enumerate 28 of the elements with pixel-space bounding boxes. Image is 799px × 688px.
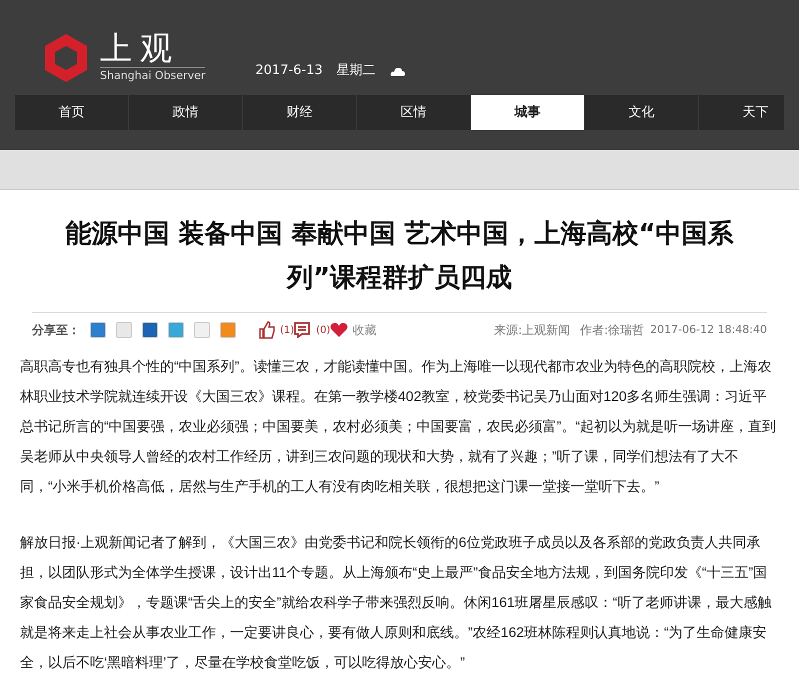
weekday-text: 星期二 [336,62,376,80]
article-title: 能源中国 装备中国 奉献中国 艺术中国，上海高校“中国系列”课程群扩员四成 [64,218,735,295]
nav-tab[interactable]: 首页 [15,95,129,130]
article-paragraph: 高职高专也有独具个性的“中国系列”。读懂三农，才能读懂中国。作为上海唯一以现代都市农业为特色的高职院校，上海农林职业技术学院就连续开设《大国三农》课程。在第一教学楼402教室，校党委书记吴乃山面对120多名师生强调：习近平总书记所言的“中国要强，农业必须强；中国要美，农村必须美；中国要富，农民必须富”。“起初以为就是听一场讲座，直到吴老师从中央领导人曾经的农村工作经历，讲到三农问题的现状和大势，就有了兴趣；”听了课，同学们想法有了大不同，“小米手机价格高低，居然与生产手机的工人有没有肉吃相关联，很想把这门课一堂接一堂听下去。” [20,357,777,496]
comment-count: (0) [316,324,330,338]
source-text: 来源:上观新闻 [494,322,570,339]
share-icon[interactable] [142,322,158,338]
date-text: 2017-6-13 [255,62,323,80]
share-icon[interactable] [168,322,184,338]
weather-icon [390,66,406,76]
like-count: (1) [280,324,294,338]
publish-time: 2017-06-12 18:48:40 [650,322,767,338]
nav-tab[interactable]: 财经 [243,95,357,130]
thumbs-up-icon[interactable] [258,321,276,339]
article-paragraph: 解放日报·上观新闻记者了解到，《大国三农》由党委书记和院长领衔的6位党政班子成员以及各系部的党政负责人共同承担，以团队形式为全体学生授课，设计出11个专题。从上海颁布“史上最严”食品安全地方法规，到国务院印发《“十三五”国家食品安全规划》，专题课“舌尖上的安全”就给农科学子带来强烈反响。休闲161班屠星辰感叹：“听了老师讲课，最大感触就是将来走上社会从事农业工作，一定要讲良心，要有做人原则和底线。”农经162班林陈程则认真地说：“为了生命健康安全，以后不吃‘黑暗料理’了，尽量在学校食堂吃饭，可以吃得放心安心。” [20,533,772,672]
share-icon[interactable] [90,322,106,338]
heart-icon[interactable] [330,322,348,338]
nav-tab[interactable]: 政情 [129,95,243,130]
share-icon[interactable] [220,322,236,338]
comment-icon[interactable] [294,322,310,338]
favorite-label[interactable]: 收藏 [352,321,376,339]
nav-tab[interactable]: 天下 [699,95,799,130]
logo-text: 上观 [100,29,206,68]
nav-tab[interactable]: 文化 [585,95,699,130]
logo-subtitle: Shanghai Observer [100,68,206,84]
author-text: 作者:徐瑞哲 [580,322,644,339]
share-label: 分享至： [32,322,80,339]
nav-tab[interactable]: 城事 [471,95,585,130]
